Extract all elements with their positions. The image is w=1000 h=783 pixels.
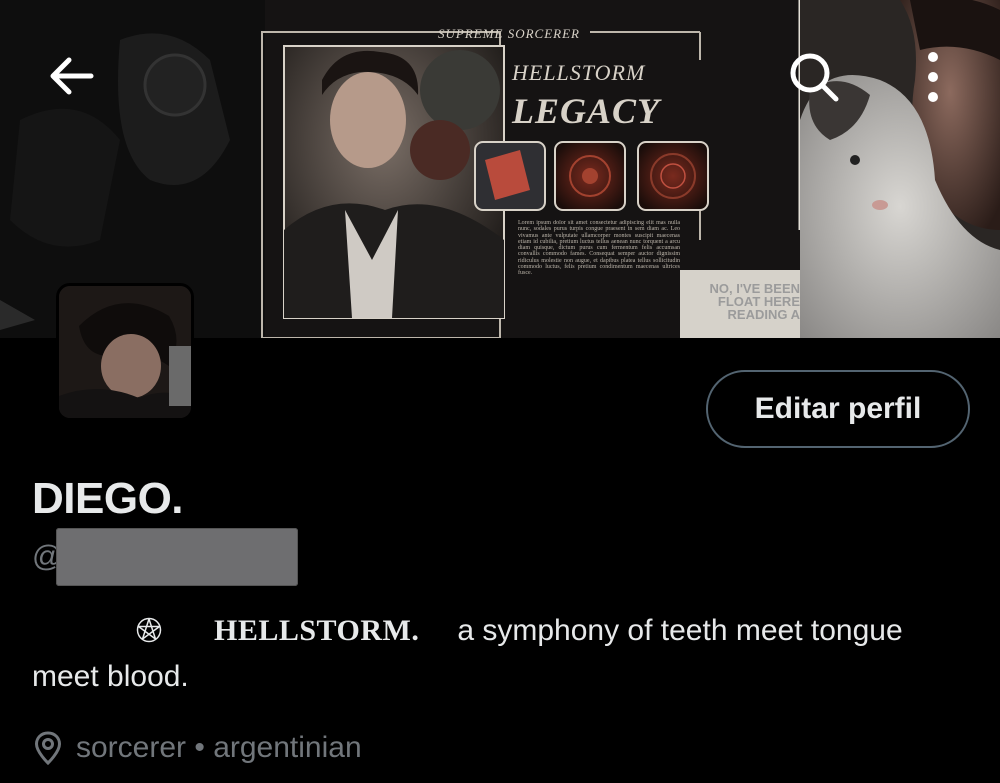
more-options-button[interactable] (900, 46, 966, 108)
back-button[interactable] (42, 48, 102, 104)
bio-text: a symphony of teeth meet tongue meet blo… (32, 614, 903, 693)
more-vertical-icon (928, 52, 938, 102)
avatar-image (59, 286, 191, 418)
edit-profile-button[interactable]: Editar perfil (706, 370, 970, 448)
handle-redacted-block (56, 528, 298, 586)
banner-title-line2: LEGACY (512, 91, 661, 131)
search-button[interactable] (782, 46, 846, 108)
avatar[interactable] (56, 283, 194, 421)
location-pin-icon (34, 731, 62, 766)
banner-title-line1: HELLSTORM (512, 60, 646, 85)
banner-lorem-text: Lorem ipsum dolor sit amet consectetur a… (518, 220, 680, 277)
arrow-left-icon (50, 57, 94, 95)
bio-name: HELLSTORM. (214, 614, 420, 647)
profile-location: sorcerer • argentinian (32, 730, 362, 766)
banner-comic-text: NO, I'VE BEEN FLOAT HERE READING A (709, 281, 801, 322)
display-name: DIEGO. (32, 474, 184, 523)
pentagram-icon (136, 608, 162, 654)
location-text: sorcerer • argentinian (76, 731, 362, 764)
banner-frame-label: SUPREME SORCERER (438, 26, 580, 41)
search-icon (790, 53, 839, 102)
profile-bio: HELLSTORM. a symphony of teeth meet tongu… (32, 608, 912, 700)
